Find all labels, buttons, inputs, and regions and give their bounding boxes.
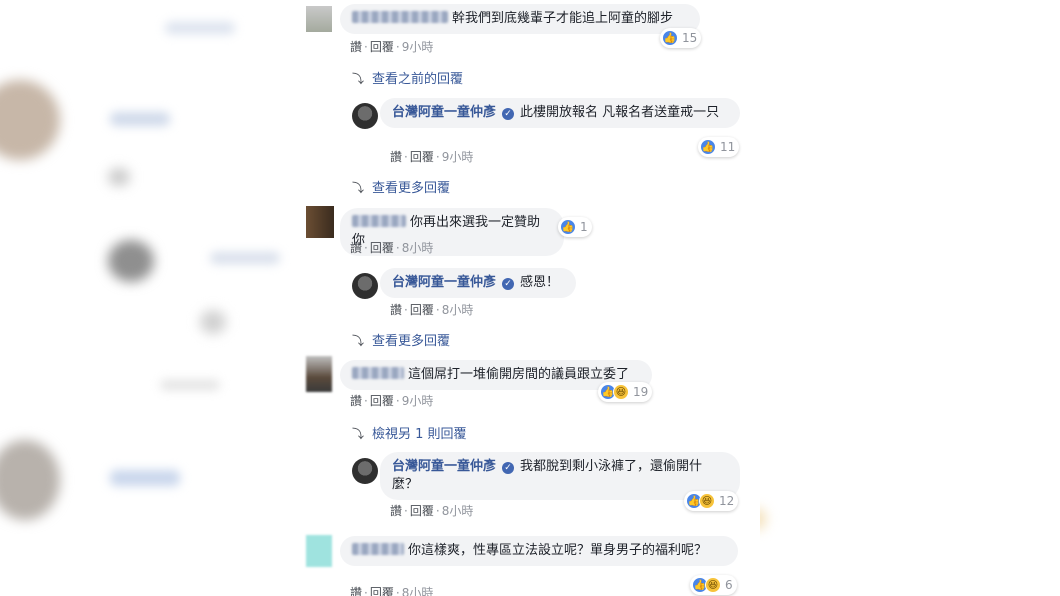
comment-bubble: 你這樣爽，性專區立法設立呢？單身男子的福利呢？ (340, 536, 738, 566)
comment-actions: 讚 · 回覆 · 8小時 (350, 584, 433, 596)
like-link[interactable]: 讚 (350, 241, 362, 255)
avatar[interactable] (306, 356, 332, 392)
like-icon: 👍 (560, 219, 576, 235)
reply-link[interactable]: 回覆 (370, 241, 394, 255)
view-previous-replies[interactable]: ⤵ 查看之前的回覆 (352, 68, 463, 87)
page-name[interactable]: 台灣阿童一童仲彥 (392, 105, 496, 120)
comment-actions: 讚 · 回覆 · 9小時 (350, 40, 434, 54)
reply-actions: 讚 · 回覆 · 9小時 (390, 150, 474, 164)
reply-link[interactable]: 回覆 (370, 586, 394, 596)
avatar[interactable] (306, 206, 334, 238)
verified-badge-icon: ✓ (502, 278, 515, 290)
view-more-replies[interactable]: ⤵ 查看更多回覆 (352, 330, 450, 349)
timestamp[interactable]: 9小時 (402, 394, 434, 408)
reply-actions: 讚 · 回覆 · 8小時 (390, 303, 474, 317)
avatar[interactable] (306, 535, 332, 567)
view-other-reply[interactable]: ⤵ 檢視另 1 則回覆 (352, 423, 467, 442)
reply-bubble: 台灣阿童一童仲彥 ✓ 此樓開放報名 凡報名者送童戒一只 (380, 98, 740, 128)
reply-link[interactable]: 回覆 (410, 150, 434, 164)
haha-icon: 😆 (699, 493, 715, 509)
page-avatar[interactable] (352, 103, 378, 129)
timestamp[interactable]: 9小時 (442, 150, 474, 164)
verified-badge-icon: ✓ (502, 462, 515, 474)
timestamp[interactable]: 8小時 (402, 241, 434, 255)
like-link[interactable]: 讚 (390, 303, 402, 317)
timestamp[interactable]: 8小時 (442, 504, 474, 518)
timestamp[interactable]: 8小時 (442, 303, 474, 317)
comment-actions: 讚 · 回覆 · 9小時 (350, 394, 434, 408)
timestamp[interactable]: 9小時 (402, 40, 434, 54)
comment-thread: 幹我們到底幾輩子才能追上阿童的腳步 👍 15 讚 · 回覆 · 9小時 ⤵ 查看之前的回覆 … (300, 0, 760, 596)
reply-bubble: 台灣阿童一童仲彥 ✓ 我都脫到剩小泳褲了，還偷開什麼？ (380, 452, 740, 500)
reaction-count[interactable]: 👍 1 (558, 217, 592, 237)
commenter-name[interactable] (352, 11, 448, 23)
haha-icon: 😆 (613, 384, 629, 400)
reply-link[interactable]: 回覆 (370, 40, 394, 54)
reply-arrow-icon: ⤵ (352, 181, 365, 195)
reaction-count[interactable]: 👍 😆 19 (598, 382, 653, 402)
reply-text: 感恩！ (520, 275, 560, 290)
like-icon: 👍 (700, 139, 716, 155)
reply-actions: 讚 · 回覆 · 8小時 (390, 504, 474, 518)
like-link[interactable]: 讚 (390, 504, 402, 518)
reaction-count[interactable]: 👍 😆 6 (690, 575, 737, 595)
page-avatar[interactable] (352, 273, 378, 299)
verified-badge-icon: ✓ (502, 108, 515, 120)
comment-actions: 讚 · 回覆 · 8小時 (350, 241, 434, 255)
reaction-count[interactable]: 👍 😆 12 (684, 491, 739, 511)
reply-link[interactable]: 回覆 (370, 394, 394, 408)
like-icon: 👍 (662, 30, 678, 46)
comment-text: 這個屌打一堆偷開房間的議員跟立委了 (408, 367, 630, 382)
reply-arrow-icon: ⤵ (352, 72, 365, 86)
commenter-name[interactable] (352, 543, 404, 555)
page-name[interactable]: 台灣阿童一童仲彥 (392, 275, 496, 290)
like-link[interactable]: 讚 (350, 394, 362, 408)
reaction-count[interactable]: 👍 11 (698, 137, 740, 157)
like-link[interactable]: 讚 (350, 586, 362, 596)
reply-text: 此樓開放報名 凡報名者送童戒一只 (520, 105, 720, 120)
comment-text: 你這樣爽，性專區立法設立呢？單身男子的福利呢？ (408, 543, 708, 558)
timestamp[interactable]: 8小時 (402, 586, 434, 596)
commenter-name[interactable] (352, 367, 404, 379)
like-link[interactable]: 讚 (390, 150, 402, 164)
reply-link[interactable]: 回覆 (410, 303, 434, 317)
page-name[interactable]: 台灣阿童一童仲彥 (392, 459, 496, 474)
reply-arrow-icon: ⤵ (352, 427, 365, 441)
avatar[interactable] (306, 6, 332, 32)
reaction-count[interactable]: 👍 15 (660, 28, 702, 48)
reply-arrow-icon: ⤵ (352, 334, 365, 348)
like-link[interactable]: 讚 (350, 40, 362, 54)
haha-icon: 😆 (705, 577, 721, 593)
view-more-replies[interactable]: ⤵ 查看更多回覆 (352, 177, 450, 196)
reply-bubble: 台灣阿童一童仲彥 ✓ 感恩！ (380, 268, 576, 298)
commenter-name[interactable] (352, 215, 406, 227)
reply-link[interactable]: 回覆 (410, 504, 434, 518)
page-avatar[interactable] (352, 458, 378, 484)
comment-text: 幹我們到底幾輩子才能追上阿童的腳步 (452, 11, 674, 26)
comment-bubble: 幹我們到底幾輩子才能追上阿童的腳步 (340, 4, 700, 34)
